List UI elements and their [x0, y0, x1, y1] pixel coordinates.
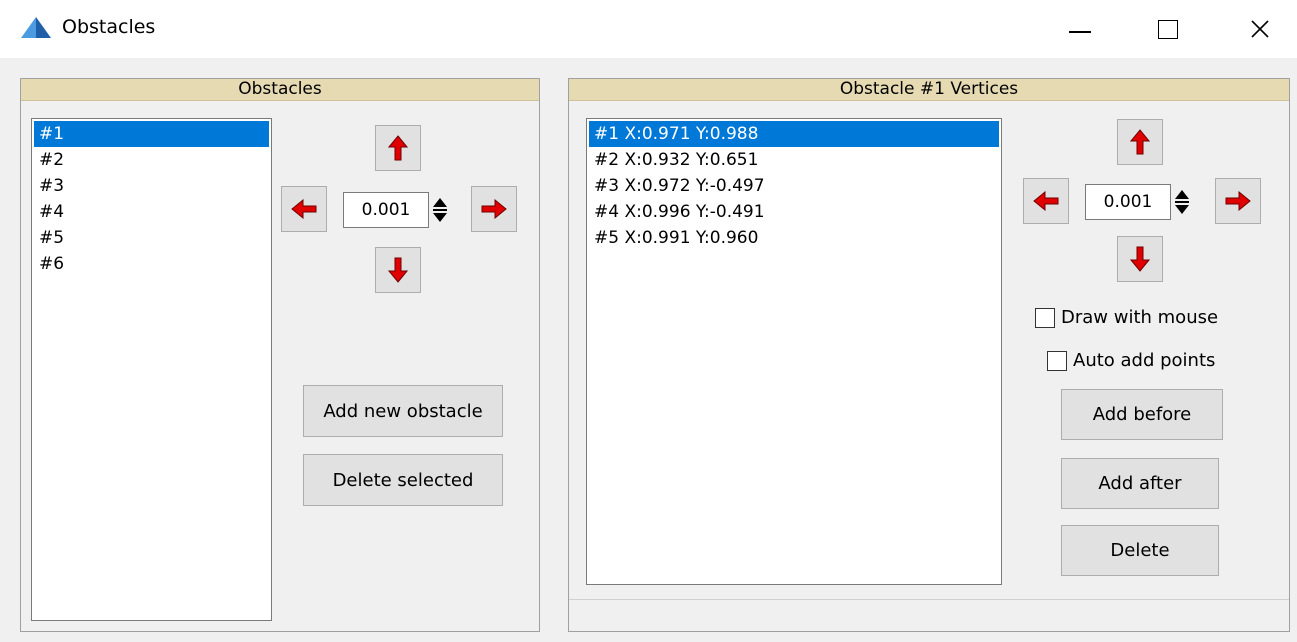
close-icon [1251, 20, 1269, 38]
obstacle-step-spinner[interactable]: 0.001 [343, 192, 449, 228]
auto-add-points-checkbox[interactable] [1047, 350, 1067, 371]
maximize-icon [1158, 19, 1178, 39]
window-title: Obstacles [62, 16, 156, 38]
auto-add-points-option[interactable]: Auto add points [1047, 350, 1215, 371]
maximize-button[interactable] [1141, 0, 1195, 58]
obstacles-header: Obstacles [21, 79, 539, 101]
add-before-button[interactable]: Add before [1061, 389, 1223, 440]
obstacle-list-item[interactable]: #4 [34, 199, 269, 225]
minimize-icon [1069, 31, 1091, 33]
minimize-button[interactable] [1053, 0, 1107, 58]
app-pyramid-icon [21, 17, 51, 38]
auto-add-points-label: Auto add points [1073, 350, 1216, 371]
vertices-panel: Obstacle #1 Vertices #1 X:0.971 Y:0.988 … [568, 78, 1290, 632]
obstacles-panel: Obstacles #1 #2 #3 #4 #5 #6 0.001 Add ne… [20, 78, 540, 632]
arrow-left-icon [1033, 191, 1059, 211]
title-bar: Obstacles [0, 0, 1297, 58]
obstacle-list-item[interactable]: #6 [34, 251, 269, 277]
close-button[interactable] [1233, 0, 1287, 58]
arrow-down-icon [388, 257, 408, 283]
vertex-list-item[interactable]: #1 X:0.971 Y:0.988 [589, 121, 999, 147]
add-after-button[interactable]: Add after [1061, 458, 1219, 509]
vertex-list-item[interactable]: #2 X:0.932 Y:0.651 [589, 147, 999, 173]
obstacle-move-left-button[interactable] [281, 186, 327, 232]
spinner-arrows-icon[interactable] [431, 192, 449, 228]
vertex-list-item[interactable]: #4 X:0.996 Y:-0.491 [589, 199, 999, 225]
add-new-obstacle-button[interactable]: Add new obstacle [303, 385, 503, 437]
spinner-arrows-icon[interactable] [1173, 184, 1191, 220]
delete-vertex-button[interactable]: Delete [1061, 525, 1219, 576]
vertex-move-left-button[interactable] [1023, 178, 1069, 224]
obstacle-list-item[interactable]: #1 [34, 121, 269, 147]
arrow-up-icon [1130, 129, 1150, 155]
draw-with-mouse-checkbox[interactable] [1035, 307, 1055, 328]
obstacles-list[interactable]: #1 #2 #3 #4 #5 #6 [31, 118, 272, 621]
obstacle-move-up-button[interactable] [375, 125, 421, 171]
delete-selected-button[interactable]: Delete selected [303, 454, 503, 506]
obstacle-step-input[interactable]: 0.001 [343, 192, 429, 228]
vertex-step-spinner[interactable]: 0.001 [1085, 184, 1191, 220]
arrow-left-icon [291, 199, 317, 219]
arrow-right-icon [481, 199, 507, 219]
vertex-move-right-button[interactable] [1215, 178, 1261, 224]
draw-with-mouse-option[interactable]: Draw with mouse [1035, 307, 1218, 328]
vertex-move-down-button[interactable] [1117, 236, 1163, 282]
obstacle-list-item[interactable]: #5 [34, 225, 269, 251]
vertex-move-up-button[interactable] [1117, 119, 1163, 165]
draw-with-mouse-label: Draw with mouse [1061, 307, 1219, 328]
status-bar [569, 599, 1289, 634]
vertex-list-item[interactable]: #3 X:0.972 Y:-0.497 [589, 173, 999, 199]
vertex-list-item[interactable]: #5 X:0.991 Y:0.960 [589, 225, 999, 251]
vertices-header: Obstacle #1 Vertices [569, 79, 1289, 101]
obstacle-list-item[interactable]: #2 [34, 147, 269, 173]
obstacle-move-right-button[interactable] [471, 186, 517, 232]
arrow-up-icon [388, 135, 408, 161]
arrow-right-icon [1225, 191, 1251, 211]
obstacle-list-item[interactable]: #3 [34, 173, 269, 199]
arrow-down-icon [1130, 246, 1150, 272]
vertices-list[interactable]: #1 X:0.971 Y:0.988 #2 X:0.932 Y:0.651 #3… [586, 118, 1002, 585]
vertex-step-input[interactable]: 0.001 [1085, 184, 1171, 220]
obstacle-move-down-button[interactable] [375, 247, 421, 293]
